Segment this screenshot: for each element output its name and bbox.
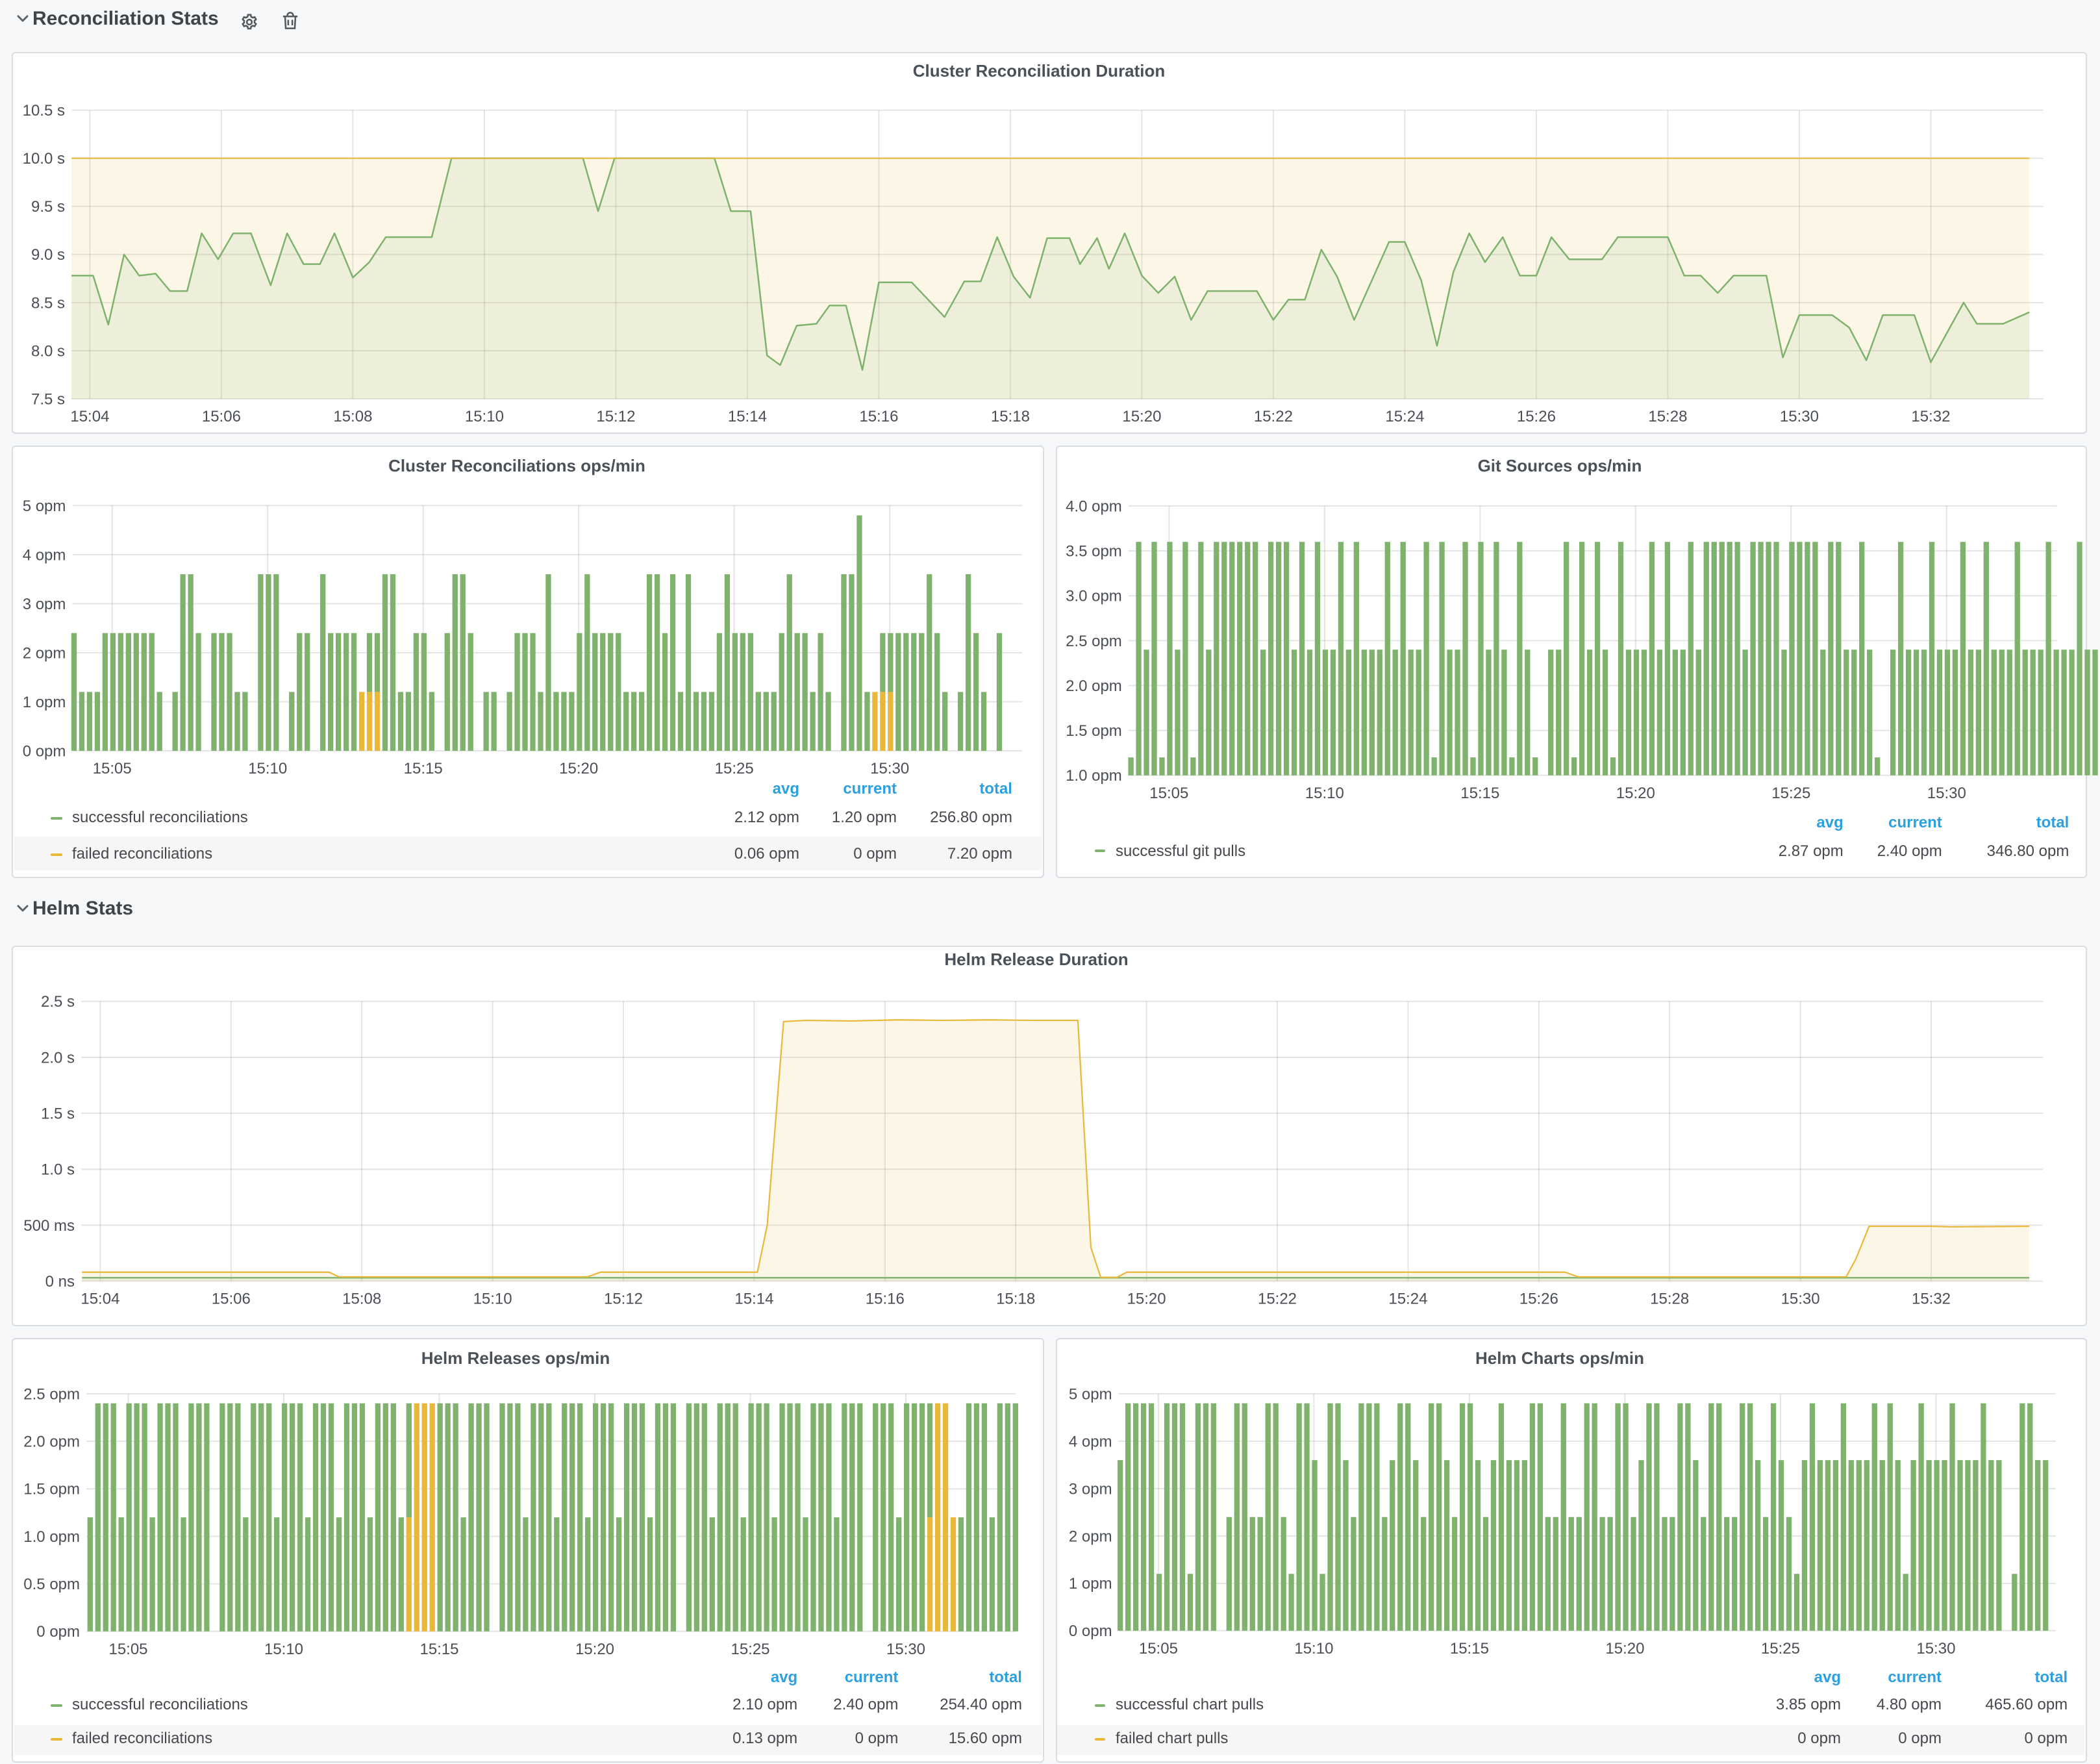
svg-text:15:12: 15:12 (603, 1291, 642, 1308)
svg-text:2 opm: 2 opm (22, 644, 66, 662)
svg-text:15:15: 15:15 (1450, 1640, 1489, 1657)
svg-text:15:20: 15:20 (1616, 785, 1655, 802)
svg-text:15:18: 15:18 (995, 1291, 1034, 1308)
svg-text:15:30: 15:30 (1779, 408, 1818, 425)
svg-text:15:10: 15:10 (473, 1291, 512, 1308)
svg-text:15:28: 15:28 (1647, 408, 1686, 425)
svg-text:8.0 s: 8.0 s (31, 342, 64, 360)
svg-text:15:25: 15:25 (1761, 1640, 1800, 1657)
svg-text:15:16: 15:16 (858, 408, 897, 425)
svg-text:15:22: 15:22 (1257, 1291, 1296, 1308)
svg-text:0 opm: 0 opm (1069, 1622, 1112, 1640)
svg-text:15:30: 15:30 (1781, 1291, 1819, 1308)
svg-text:3.0 opm: 3.0 opm (1066, 588, 1122, 605)
svg-text:15:10: 15:10 (464, 408, 503, 425)
svg-text:2 opm: 2 opm (1069, 1528, 1112, 1545)
svg-text:10.5 s: 10.5 s (22, 102, 64, 120)
svg-text:15:20: 15:20 (1121, 408, 1160, 425)
svg-text:15:24: 15:24 (1388, 1291, 1427, 1308)
svg-text:15:30: 15:30 (1916, 1640, 1955, 1657)
svg-text:15:20: 15:20 (1127, 1291, 1166, 1308)
svg-text:15:24: 15:24 (1384, 408, 1423, 425)
svg-text:15:30: 15:30 (886, 1641, 925, 1658)
svg-text:15:10: 15:10 (1305, 785, 1344, 802)
svg-text:1.0 opm: 1.0 opm (23, 1528, 79, 1546)
svg-text:15:30: 15:30 (869, 760, 908, 777)
svg-text:1 opm: 1 opm (22, 694, 66, 711)
svg-text:0 opm: 0 opm (36, 1623, 79, 1641)
svg-text:15:15: 15:15 (403, 760, 442, 777)
svg-text:15:08: 15:08 (332, 408, 371, 425)
svg-text:15:32: 15:32 (1911, 1291, 1950, 1308)
svg-text:15:05: 15:05 (1139, 1640, 1178, 1657)
svg-text:7.5 s: 7.5 s (31, 390, 64, 408)
svg-text:1.0 opm: 1.0 opm (1066, 767, 1122, 785)
svg-text:15:15: 15:15 (419, 1641, 458, 1658)
svg-text:5 opm: 5 opm (22, 498, 66, 515)
svg-text:15:26: 15:26 (1519, 1291, 1558, 1308)
svg-text:15:28: 15:28 (1649, 1291, 1688, 1308)
svg-text:15:20: 15:20 (558, 760, 597, 777)
svg-text:3 opm: 3 opm (22, 596, 66, 613)
svg-text:0.5 opm: 0.5 opm (23, 1576, 79, 1593)
svg-text:15:25: 15:25 (714, 760, 753, 777)
svg-text:15:06: 15:06 (211, 1291, 250, 1308)
svg-text:15:30: 15:30 (1927, 785, 1966, 802)
svg-text:15:15: 15:15 (1460, 785, 1499, 802)
svg-text:15:14: 15:14 (727, 408, 766, 425)
svg-text:15:12: 15:12 (595, 408, 634, 425)
svg-text:15:32: 15:32 (1910, 408, 1949, 425)
svg-text:2.5 opm: 2.5 opm (23, 1385, 79, 1403)
svg-text:15:14: 15:14 (734, 1291, 773, 1308)
svg-text:2.0 s: 2.0 s (40, 1049, 74, 1066)
svg-text:2.5 opm: 2.5 opm (1066, 633, 1122, 650)
svg-text:15:05: 15:05 (108, 1641, 147, 1658)
svg-text:9.0 s: 9.0 s (31, 246, 64, 264)
svg-text:2.0 opm: 2.0 opm (1066, 677, 1122, 695)
svg-text:15:20: 15:20 (1605, 1640, 1644, 1657)
svg-text:1.5 opm: 1.5 opm (23, 1481, 79, 1498)
svg-text:0 opm: 0 opm (22, 742, 66, 760)
svg-text:15:22: 15:22 (1253, 408, 1292, 425)
svg-text:3 opm: 3 opm (1069, 1480, 1112, 1498)
svg-text:15:16: 15:16 (865, 1291, 904, 1308)
svg-text:4.0 opm: 4.0 opm (1066, 498, 1122, 515)
svg-text:15:05: 15:05 (92, 760, 131, 777)
svg-text:1.0 s: 1.0 s (40, 1161, 74, 1179)
svg-text:15:25: 15:25 (1771, 785, 1810, 802)
svg-text:15:04: 15:04 (80, 1291, 119, 1308)
svg-text:10.0 s: 10.0 s (22, 150, 64, 168)
svg-text:15:06: 15:06 (201, 408, 240, 425)
svg-text:1.5 s: 1.5 s (40, 1105, 74, 1122)
svg-text:15:04: 15:04 (69, 408, 108, 425)
svg-text:15:26: 15:26 (1516, 408, 1555, 425)
svg-text:15:08: 15:08 (342, 1291, 381, 1308)
svg-text:15:25: 15:25 (730, 1641, 769, 1658)
svg-text:4 opm: 4 opm (1069, 1433, 1112, 1450)
svg-text:15:20: 15:20 (575, 1641, 614, 1658)
svg-text:0 ns: 0 ns (45, 1273, 74, 1291)
svg-text:3.5 opm: 3.5 opm (1066, 543, 1122, 561)
svg-text:4 opm: 4 opm (22, 546, 66, 564)
svg-text:500 ms: 500 ms (23, 1217, 74, 1235)
svg-text:2.5 s: 2.5 s (40, 993, 74, 1011)
svg-text:9.5 s: 9.5 s (31, 198, 64, 216)
svg-text:15:10: 15:10 (264, 1641, 303, 1658)
svg-text:15:18: 15:18 (990, 408, 1029, 425)
svg-text:15:10: 15:10 (247, 760, 286, 777)
svg-text:8.5 s: 8.5 s (31, 294, 64, 312)
svg-text:1 opm: 1 opm (1069, 1575, 1112, 1593)
svg-text:1.5 opm: 1.5 opm (1066, 722, 1122, 740)
svg-text:15:05: 15:05 (1149, 785, 1188, 802)
svg-text:2.0 opm: 2.0 opm (23, 1433, 79, 1451)
svg-text:15:10: 15:10 (1294, 1640, 1333, 1657)
svg-text:5 opm: 5 opm (1069, 1385, 1112, 1403)
